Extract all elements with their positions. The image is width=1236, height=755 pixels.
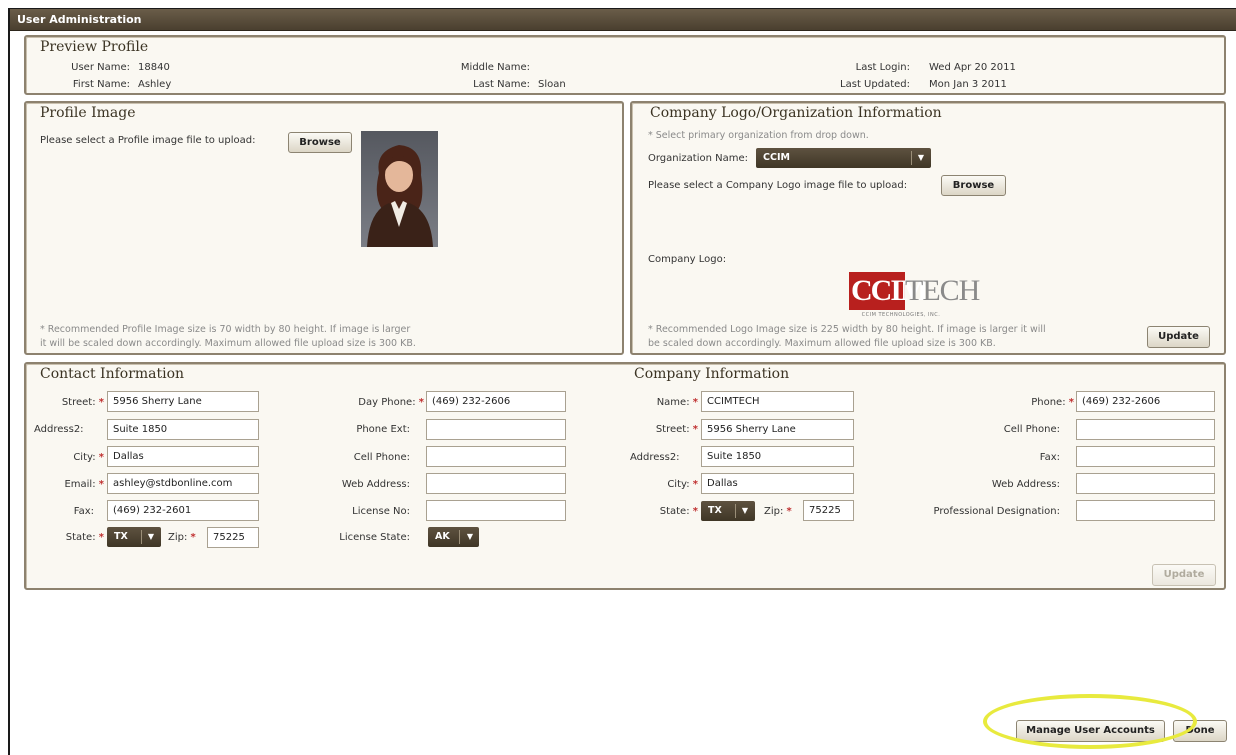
license-no-label: License No: <box>352 506 410 517</box>
logo-upload-prompt: Please select a Company Logo image file … <box>648 180 908 191</box>
profile-image-note-2: it will be scaled down accordingly. Maxi… <box>40 338 416 349</box>
window-title: User Administration <box>17 13 142 26</box>
user-name-value: 18840 <box>138 62 170 73</box>
logo-update-button[interactable]: Update <box>1147 326 1210 348</box>
first-name-label: First Name: <box>72 79 130 90</box>
contact-street-label: Street: * <box>61 397 104 408</box>
last-name-label: Last Name: <box>473 79 530 90</box>
org-name-label: Organization Name: <box>648 153 748 164</box>
contact-fax-input[interactable]: (469) 232-2601 <box>107 500 259 521</box>
first-name-value: Ashley <box>138 79 172 90</box>
company-cell-phone-label: Cell Phone: <box>1003 424 1060 435</box>
professional-designation-input[interactable] <box>1076 500 1215 521</box>
profile-image-note-1: * Recommended Profile Image size is 70 w… <box>40 324 411 335</box>
logo-text-tech: TECH <box>905 274 980 307</box>
license-state-label: License State: <box>339 532 410 543</box>
org-hint: * Select primary organization from drop … <box>648 130 869 141</box>
last-login-value: Wed Apr 20 2011 <box>929 62 1016 73</box>
window-titlebar: User Administration <box>10 9 1236 31</box>
contact-address2-label: Address2: <box>34 424 84 435</box>
company-address2-label: Address2: <box>630 452 680 463</box>
company-address2-input[interactable]: Suite 1850 <box>701 446 854 467</box>
middle-name-label: Middle Name: <box>460 62 530 73</box>
contact-web-address-label: Web Address: <box>341 479 410 490</box>
company-fax-label: Fax: <box>1039 452 1060 463</box>
last-updated-label: Last Updated: <box>840 79 910 90</box>
phone-ext-input[interactable] <box>426 419 566 440</box>
contact-web-address-input[interactable] <box>426 473 566 494</box>
company-logo-image: CCIM TECH CCIM TECHNOLOGIES, INC. <box>849 272 980 322</box>
logo-browse-button[interactable]: Browse <box>941 175 1006 196</box>
contact-zip-label: Zip: * <box>168 532 196 543</box>
company-phone-input[interactable]: (469) 232-2606 <box>1076 391 1215 412</box>
logo-note-1: * Recommended Logo Image size is 225 wid… <box>648 324 1046 335</box>
org-name-value: CCIM <box>763 152 790 163</box>
company-logo-label: Company Logo: <box>648 254 727 265</box>
day-phone-label: Day Phone: * <box>358 397 424 408</box>
license-state-value: AK <box>435 531 450 542</box>
contact-email-label: Email: * <box>64 479 104 490</box>
last-updated-value: Mon Jan 3 2011 <box>929 79 1007 90</box>
chevron-down-icon: ▼ <box>917 153 925 162</box>
org-name-dropdown[interactable]: CCIM ▼ <box>756 148 931 168</box>
company-state-dropdown[interactable]: TX ▼ <box>701 501 755 521</box>
company-phone-label: Phone: * <box>1031 397 1074 408</box>
contact-street-input[interactable]: 5956 Sherry Lane <box>107 391 259 412</box>
company-fax-input[interactable] <box>1076 446 1215 467</box>
last-login-label: Last Login: <box>855 62 910 73</box>
company-street-label: Street: * <box>655 424 698 435</box>
logo-subtext: CCIM TECHNOLOGIES, INC. <box>861 312 941 318</box>
user-name-label: User Name: <box>71 62 130 73</box>
company-web-address-label: Web Address: <box>991 479 1060 490</box>
logo-note-2: be scaled down accordingly. Maximum allo… <box>648 338 996 349</box>
highlight-oval <box>983 694 1197 749</box>
company-name-label: Name: * <box>656 397 698 408</box>
contact-city-label: City: * <box>73 452 104 463</box>
contact-info-title: Contact Information <box>40 366 185 382</box>
profile-image-prompt: Please select a Profile image file to up… <box>40 135 256 146</box>
company-zip-input[interactable]: 75225 <box>803 500 854 521</box>
last-name-value: Sloan <box>538 79 566 90</box>
company-street-input[interactable]: 5956 Sherry Lane <box>701 419 854 440</box>
phone-ext-label: Phone Ext: <box>356 424 410 435</box>
profile-photo <box>361 131 438 247</box>
contact-state-label: State: * <box>65 532 104 543</box>
chevron-down-icon: ▼ <box>147 532 155 541</box>
company-city-label: City: * <box>667 479 698 490</box>
profile-browse-button[interactable]: Browse <box>288 132 352 153</box>
company-cell-phone-input[interactable] <box>1076 419 1215 440</box>
company-state-value: TX <box>708 505 722 516</box>
company-state-label: State: * <box>659 506 698 517</box>
contact-zip-input[interactable]: 75225 <box>207 527 259 548</box>
company-name-input[interactable]: CCIMTECH <box>701 391 854 412</box>
company-city-input[interactable]: Dallas <box>701 473 854 494</box>
chevron-down-icon: ▼ <box>741 506 749 515</box>
preview-profile-title: Preview Profile <box>40 39 149 55</box>
license-state-dropdown[interactable]: AK ▼ <box>428 527 479 547</box>
contact-city-input[interactable]: Dallas <box>107 446 259 467</box>
preview-profile-panel: Preview Profile <box>24 35 1226 95</box>
day-phone-input[interactable]: (469) 232-2606 <box>426 391 566 412</box>
company-update-button[interactable]: Update <box>1152 564 1216 586</box>
chevron-down-icon: ▼ <box>466 532 474 541</box>
professional-designation-label: Professional Designation: <box>933 506 1060 517</box>
contact-fax-label: Fax: <box>73 506 94 517</box>
profile-image-title: Profile Image <box>40 105 136 121</box>
license-no-input[interactable] <box>426 500 566 521</box>
contact-state-value: TX <box>114 531 128 542</box>
company-zip-label: Zip: * <box>764 506 792 517</box>
company-info-title: Company Information <box>634 366 790 382</box>
contact-state-dropdown[interactable]: TX ▼ <box>107 527 161 547</box>
contact-email-input[interactable]: ashley@stdbonline.com <box>107 473 259 494</box>
contact-cell-phone-label: Cell Phone: <box>353 452 410 463</box>
contact-cell-phone-input[interactable] <box>426 446 566 467</box>
company-web-address-input[interactable] <box>1076 473 1215 494</box>
contact-address2-input[interactable]: Suite 1850 <box>107 419 259 440</box>
company-logo-title: Company Logo/Organization Information <box>650 105 942 121</box>
